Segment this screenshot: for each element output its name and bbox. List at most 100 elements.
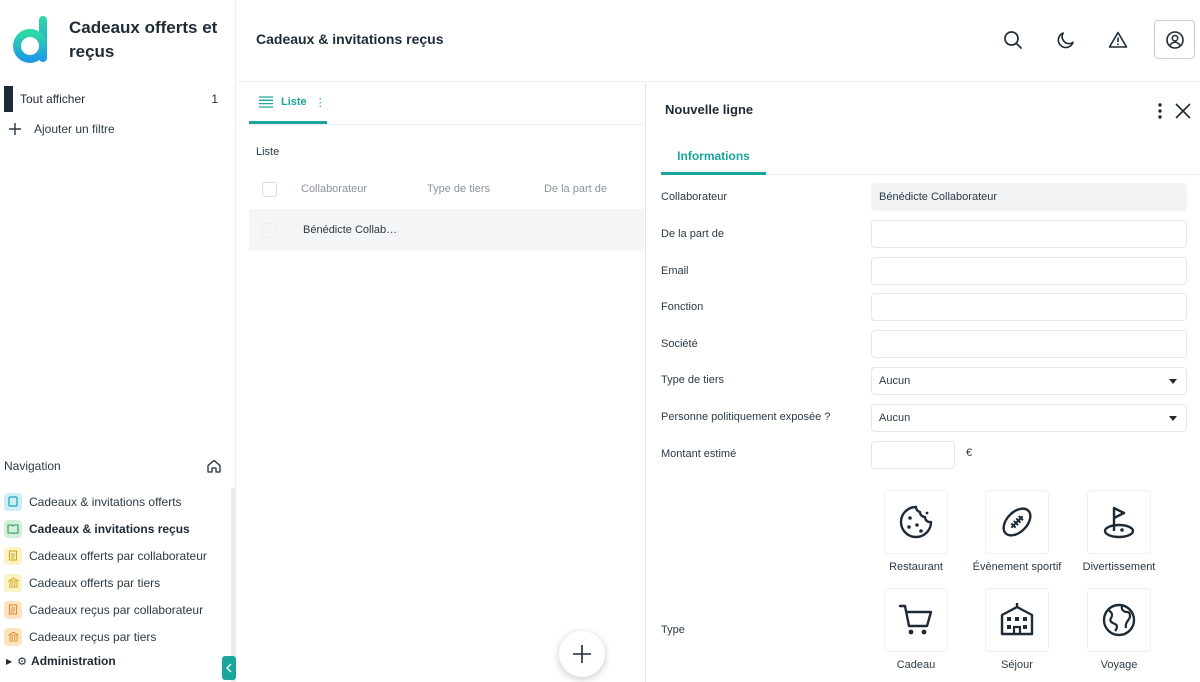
type-option-voyage[interactable]: Voyage	[1064, 588, 1174, 671]
de-la-part-de-field[interactable]	[871, 220, 1187, 248]
list-view: Liste ⋮ Liste Collaborateur Type de tier…	[237, 83, 644, 682]
golf-icon	[1103, 506, 1135, 539]
document-icon	[4, 600, 22, 619]
globe-icon	[1102, 603, 1136, 637]
search-button[interactable]	[999, 26, 1027, 54]
ppe-select[interactable]: Aucun	[871, 404, 1187, 432]
nav-item-label: Cadeaux offerts par tiers	[29, 575, 161, 590]
column-header[interactable]: Type de tiers	[427, 183, 544, 195]
field-label-ppe: Personne politiquement exposée ?	[661, 411, 831, 423]
nav-item-given-by-collaborator[interactable]: Cadeaux offerts par collaborateur	[4, 542, 230, 569]
montant-field[interactable]	[871, 441, 955, 469]
panel-title: Nouvelle ligne	[665, 102, 754, 117]
navigation-label: Navigation	[4, 459, 61, 473]
caret-down-icon	[1169, 416, 1177, 421]
open-book-icon	[4, 519, 22, 538]
nav-item-label: Cadeaux offerts par collaborateur	[29, 548, 207, 563]
kebab-menu-icon	[1158, 103, 1162, 119]
app-logo	[12, 14, 52, 66]
table-row[interactable]: Bénédicte Collab…	[249, 209, 644, 251]
filter-label: Tout afficher	[20, 92, 86, 106]
tile-label: Restaurant	[889, 561, 943, 573]
caret-right-icon: ▶	[6, 656, 13, 666]
type-option-evenement-sportif[interactable]: Évènement sportif	[962, 490, 1072, 573]
cookie-icon	[899, 505, 933, 539]
field-label-montant: Montant estimé	[661, 448, 737, 460]
hotel-icon	[1000, 603, 1034, 636]
collaborateur-field[interactable]: Bénédicte Collaborateur	[871, 183, 1187, 211]
nav-item-label: Cadeaux & invitations reçus	[29, 521, 190, 536]
row-checkbox[interactable]	[262, 222, 277, 238]
tile-box	[1087, 588, 1151, 652]
type-option-sejour[interactable]: Séjour	[962, 588, 1072, 671]
table-header: Collaborateur Type de tiers De la part d…	[249, 177, 644, 201]
field-label-email: Email	[661, 265, 689, 277]
add-filter-button[interactable]: Ajouter un filtre	[8, 122, 115, 136]
type-option-restaurant[interactable]: Restaurant	[861, 490, 971, 573]
tab-informations[interactable]: Informations	[661, 139, 766, 175]
cart-icon	[898, 604, 933, 635]
tab-list[interactable]: Liste ⋮	[249, 83, 327, 124]
page-title: Cadeaux & invitations reçus	[256, 31, 444, 47]
new-line-panel: Nouvelle ligne Informations Collaborateu…	[645, 83, 1200, 682]
tile-box	[884, 490, 948, 554]
add-row-button[interactable]	[559, 631, 605, 677]
column-header[interactable]: Collaborateur	[301, 183, 427, 195]
filter-active-marker	[4, 86, 13, 112]
view-tabbar: Liste ⋮	[249, 83, 644, 125]
nav-item-received-by-third-party[interactable]: Cadeaux reçus par tiers	[4, 623, 230, 650]
nav-item-label: Cadeaux & invitations offerts	[29, 494, 182, 509]
account-button[interactable]	[1154, 20, 1195, 59]
tile-box	[884, 588, 948, 652]
table-cell: Bénédicte Collab…	[303, 224, 398, 236]
navigation-header: Navigation	[4, 458, 222, 474]
tab-list-label: Liste	[281, 96, 307, 108]
nav-item-given-by-third-party[interactable]: Cadeaux offerts par tiers	[4, 569, 230, 596]
fonction-field[interactable]	[871, 293, 1187, 321]
sidebar-scrollbar[interactable]	[231, 488, 235, 682]
select-all-checkbox[interactable]	[262, 181, 277, 197]
moon-icon	[1057, 32, 1074, 49]
caret-down-icon	[1169, 379, 1177, 384]
close-panel-button[interactable]	[1173, 101, 1193, 121]
panel-tabbar: Informations	[661, 139, 1200, 175]
field-label-collaborateur: Collaborateur	[661, 191, 728, 203]
email-field[interactable]	[871, 257, 1187, 285]
bank-icon	[4, 573, 22, 592]
alerts-button[interactable]	[1104, 26, 1132, 54]
plus-icon	[573, 645, 591, 663]
list-icon	[259, 96, 273, 108]
nav-item-gifts-given[interactable]: Cadeaux & invitations offerts	[4, 488, 230, 515]
warning-icon	[1108, 31, 1128, 48]
field-label-societe: Société	[661, 338, 698, 350]
tile-label: Divertissement	[1082, 561, 1156, 573]
ppe-value: Aucun	[879, 412, 911, 424]
gear-icon: ⚙	[17, 655, 28, 668]
type-de-tiers-select[interactable]: Aucun	[871, 367, 1187, 395]
filter-count: 1	[211, 92, 218, 106]
nav-admin-label: Administration	[31, 654, 116, 668]
home-icon[interactable]	[206, 458, 222, 474]
filter-all[interactable]: Tout afficher 1	[4, 86, 230, 112]
panel-menu-button[interactable]	[1154, 100, 1166, 122]
dark-mode-button[interactable]	[1052, 26, 1080, 54]
tile-label: Voyage	[1100, 659, 1138, 671]
plus-icon	[9, 123, 21, 135]
nav-item-received-by-collaborator[interactable]: Cadeaux reçus par collaborateur	[4, 596, 230, 623]
user-icon	[1165, 30, 1184, 49]
type-option-divertissement[interactable]: Divertissement	[1064, 490, 1174, 573]
collapse-sidebar-button[interactable]	[222, 656, 236, 680]
column-header[interactable]: De la part de	[544, 183, 607, 195]
type-option-cadeau[interactable]: Cadeau	[861, 588, 971, 671]
logo-icon	[13, 16, 47, 63]
search-icon	[1004, 31, 1022, 49]
currency-symbol: €	[966, 447, 973, 459]
nav-item-label: Cadeaux reçus par collaborateur	[29, 602, 204, 617]
nav-item-administration[interactable]: ▶ ⚙ Administration	[6, 654, 116, 668]
societe-field[interactable]	[871, 330, 1187, 358]
nav-item-gifts-received[interactable]: Cadeaux & invitations reçus	[4, 515, 230, 542]
field-label-de-la-part-de: De la part de	[661, 228, 724, 240]
top-header: Cadeaux & invitations reçus	[237, 0, 1200, 82]
book-icon	[4, 492, 22, 511]
kebab-menu-icon[interactable]: ⋮	[315, 96, 326, 109]
